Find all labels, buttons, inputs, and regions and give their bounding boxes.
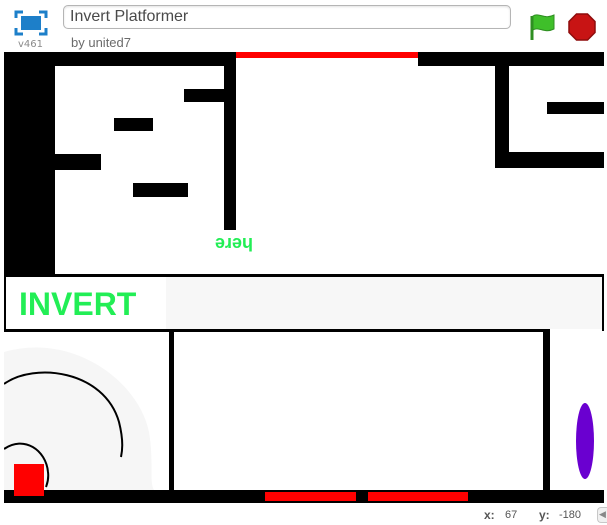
stop-button[interactable] [568,13,596,41]
platform-b [114,118,153,131]
game-stage[interactable]: INVERT here [4,52,604,503]
hint-text: here [215,234,253,254]
wall-top-right [418,52,604,66]
y-coordinate-label: y: [539,508,550,522]
wall-right-ledge [495,152,604,168]
green-flag-icon [530,14,555,40]
stage-footer: x: 67 y: -180 ◀ [0,503,607,525]
wall-divider-vertical [224,52,236,230]
platform-c [55,154,101,170]
stop-sign-icon [568,13,596,41]
player-header: v461 by united7 [0,0,607,52]
wall-lower-pillar [169,329,174,490]
version-label: v461 [18,39,44,50]
x-coordinate-value: 67 [505,509,518,521]
floor-middle [4,274,604,277]
band-shade [166,277,602,329]
x-coordinate-label: x: [484,508,495,522]
band-bottom-line [4,329,550,332]
wall-top-left [4,52,236,66]
exit-portal [576,403,594,479]
lava-ground-left [265,492,356,501]
expand-tab[interactable]: ◀ [597,507,607,523]
green-flag-button[interactable] [528,12,556,42]
chevron-left-icon: ◀ [599,509,606,519]
project-author: by united7 [71,35,131,50]
platform-e [547,102,604,114]
y-coordinate-value: -180 [559,509,582,521]
fullscreen-button[interactable] [14,10,48,38]
wall-lower-right [543,329,550,490]
lava-top [236,52,418,58]
wall-left-upper [4,52,55,274]
platform-d [133,183,188,197]
band-right-border [602,274,604,331]
platform-a [184,89,224,102]
lava-ground-right [368,492,468,501]
level-canvas: INVERT here [4,52,604,503]
invert-label: INVERT [19,286,137,322]
fullscreen-icon [14,10,48,36]
player-square [14,464,44,496]
band-left-border [4,274,6,331]
project-title-input[interactable] [63,5,511,29]
